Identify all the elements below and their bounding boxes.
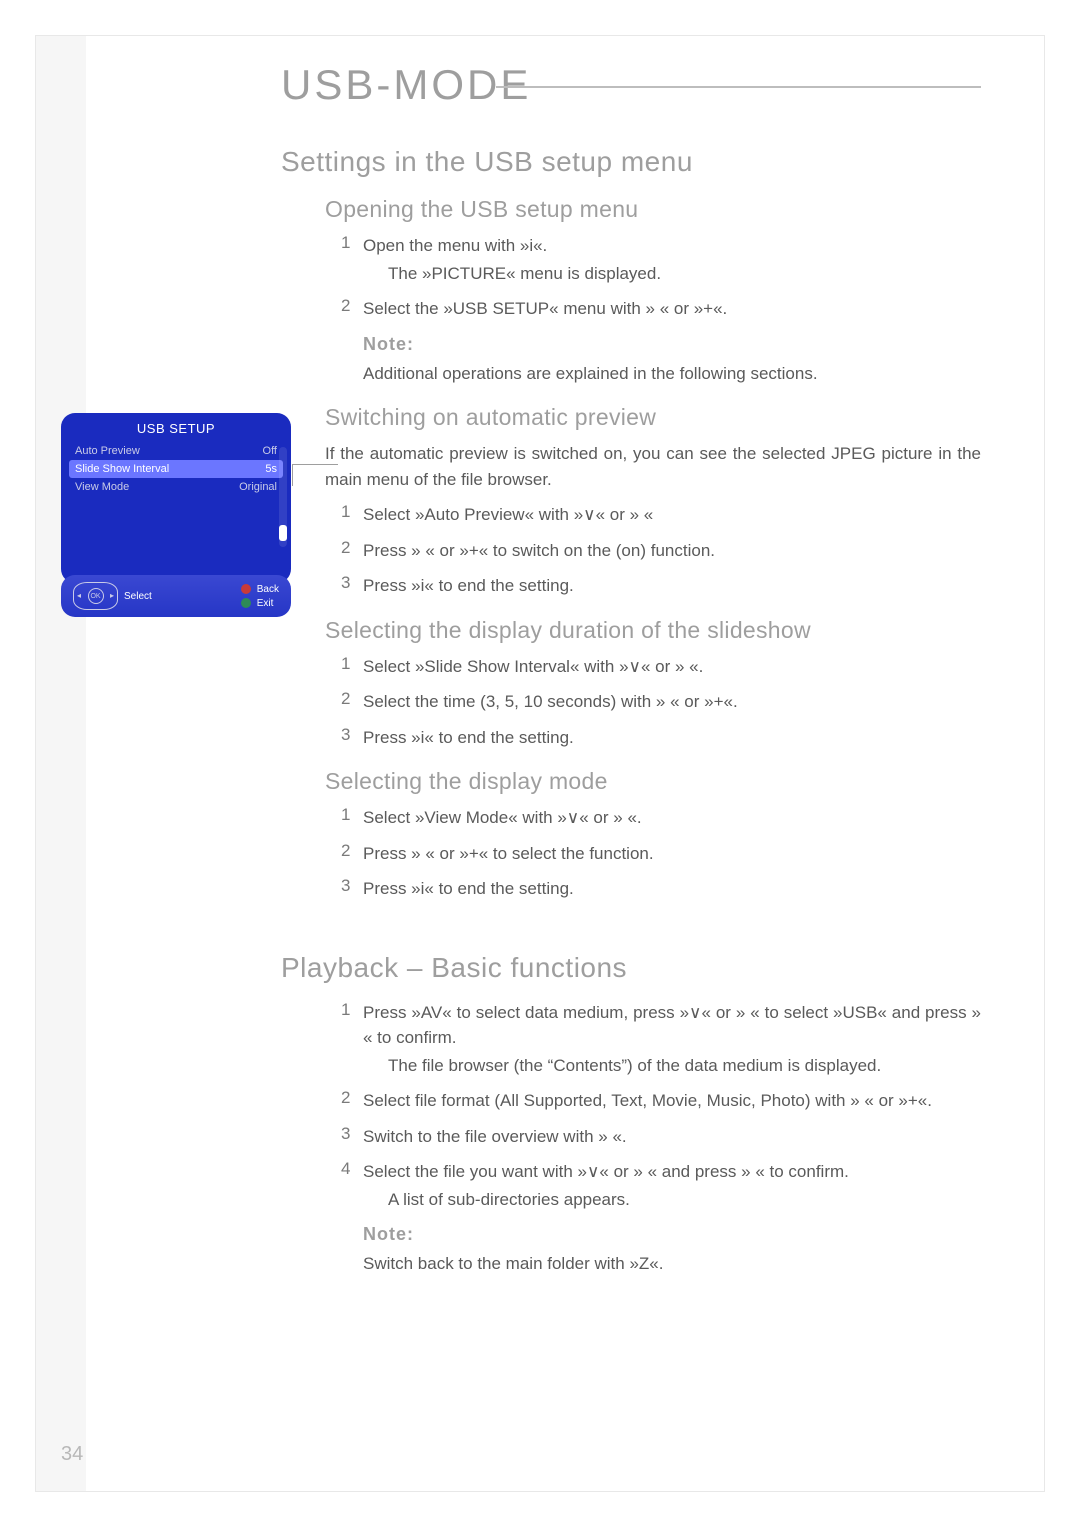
step-number: 1 (341, 502, 363, 528)
step-number: 3 (341, 573, 363, 599)
step: 3 Press »i« to end the setting. (341, 876, 981, 902)
osd-row-label: View Mode (75, 481, 129, 493)
note-label: Note: (363, 334, 981, 355)
step-number: 3 (341, 1124, 363, 1150)
heading-playback: Playback – Basic functions (281, 952, 981, 984)
step-number: 3 (341, 725, 363, 751)
step-text: Select the time (3, 5, 10 seconds) with … (363, 689, 738, 715)
step-text: Press »i« to end the setting. (363, 573, 574, 599)
note-text: Additional operations are explained in t… (363, 361, 981, 387)
step: 3 Switch to the file overview with » «. (341, 1124, 981, 1150)
step-text: Press »i« to end the setting. (363, 876, 574, 902)
nav-pad-icon: ◂ OK ▸ (73, 582, 118, 610)
step-text: Select the »USB SETUP« menu with » « or … (363, 296, 727, 322)
step-text-main: Open the menu with »i«. (363, 236, 547, 255)
page-number: 34 (61, 1443, 83, 1466)
step-number: 2 (341, 296, 363, 322)
step: 1 Select »Auto Preview« with »∨« or » « (341, 502, 981, 528)
step-text: Select »Auto Preview« with »∨« or » « (363, 502, 653, 528)
osd-row-slide-interval: Slide Show Interval 5s (69, 460, 283, 478)
arrow-right-icon: ▸ (110, 592, 114, 600)
step-number: 4 (341, 1159, 363, 1212)
osd-row-value: Original (239, 481, 277, 493)
osd-back-label: Back (257, 584, 279, 595)
osd-back-legend: Back (241, 584, 279, 595)
green-dot-icon (241, 598, 251, 608)
step-number: 2 (341, 1088, 363, 1114)
heading-settings: Settings in the USB setup menu (281, 146, 981, 178)
step-number: 1 (341, 233, 363, 286)
step-number: 1 (341, 1000, 363, 1079)
note-text: Switch back to the main folder with »Z«. (363, 1251, 981, 1277)
step: 2 Select the time (3, 5, 10 seconds) wit… (341, 689, 981, 715)
step-number: 3 (341, 876, 363, 902)
note-label: Note: (363, 1224, 981, 1245)
content-column: Settings in the USB setup menu Opening t… (281, 146, 981, 1277)
step: 2 Press » « or »+« to select the functio… (341, 841, 981, 867)
step-text: Select the file you want with »∨« or » «… (363, 1159, 849, 1212)
step: 1 Press »AV« to select data medium, pres… (341, 1000, 981, 1079)
step-text: Select »View Mode« with »∨« or » «. (363, 805, 642, 831)
heading-opening: Opening the USB setup menu (325, 196, 981, 223)
osd-row-label: Slide Show Interval (75, 463, 169, 475)
heading-duration: Selecting the display duration of the sl… (325, 617, 981, 644)
osd-row-view-mode: View Mode Original (69, 478, 283, 496)
osd-row-value: 5s (265, 463, 277, 475)
osd-select-label: Select (124, 591, 241, 602)
intro-text: If the automatic preview is switched on,… (325, 441, 981, 492)
step-text-indent: The file browser (the “Contents”) of the… (388, 1053, 981, 1079)
step: 1 Select »Slide Show Interval« with »∨« … (341, 654, 981, 680)
step-text-main: Press »AV« to select data medium, press … (363, 1003, 981, 1048)
step-text-indent: A list of sub-directories appears. (388, 1187, 849, 1213)
osd-title: USB SETUP (61, 413, 291, 442)
page-title: USB-MODE (281, 61, 531, 109)
step-number: 1 (341, 654, 363, 680)
left-gutter (36, 36, 86, 1491)
step: 2 Press » « or »+« to switch on the (on)… (341, 538, 981, 564)
title-rule (496, 86, 981, 88)
step: 3 Press »i« to end the setting. (341, 725, 981, 751)
step-text: Press »i« to end the setting. (363, 725, 574, 751)
red-dot-icon (241, 584, 251, 594)
step: 3 Press »i« to end the setting. (341, 573, 981, 599)
osd-row-auto-preview: Auto Preview Off (69, 442, 283, 460)
step: 1 Select »View Mode« with »∨« or » «. (341, 805, 981, 831)
osd-preview: USB SETUP Auto Preview Off Slide Show In… (61, 413, 291, 617)
step-number: 1 (341, 805, 363, 831)
page-frame: USB-MODE USB SETUP Auto Preview Off Slid… (35, 35, 1045, 1492)
osd-exit-legend: Exit (241, 598, 279, 609)
step-text: Switch to the file overview with » «. (363, 1124, 627, 1150)
osd-right-legend: Back Exit (241, 584, 279, 609)
heading-display-mode: Selecting the display mode (325, 768, 981, 795)
step-text: Select file format (All Supported, Text,… (363, 1088, 932, 1114)
osd-control-bar: ◂ OK ▸ Select Back Exit (61, 575, 291, 617)
osd-row-value: Off (263, 445, 277, 457)
ok-button-icon: OK (88, 588, 104, 604)
step-number: 2 (341, 689, 363, 715)
osd-rows: Auto Preview Off Slide Show Interval 5s … (61, 442, 291, 496)
step-text: Press » « or »+« to select the function. (363, 841, 654, 867)
step-text: Select »Slide Show Interval« with »∨« or… (363, 654, 703, 680)
step-text-indent: The »PICTURE« menu is displayed. (388, 261, 661, 287)
step: 2 Select file format (All Supported, Tex… (341, 1088, 981, 1114)
step-text-main: Select the file you want with »∨« or » «… (363, 1162, 849, 1181)
step: 4 Select the file you want with »∨« or »… (341, 1159, 981, 1212)
osd-exit-label: Exit (257, 598, 274, 609)
arrow-left-icon: ◂ (77, 592, 81, 600)
osd-row-label: Auto Preview (75, 445, 140, 457)
osd-panel: USB SETUP Auto Preview Off Slide Show In… (61, 413, 291, 583)
step-text: Open the menu with »i«. The »PICTURE« me… (363, 233, 661, 286)
step-number: 2 (341, 841, 363, 867)
heading-auto-preview: Switching on automatic preview (325, 404, 981, 431)
step-text: Press » « or »+« to switch on the (on) f… (363, 538, 715, 564)
step-text: Press »AV« to select data medium, press … (363, 1000, 981, 1079)
step: 2 Select the »USB SETUP« menu with » « o… (341, 296, 981, 322)
step-number: 2 (341, 538, 363, 564)
step: 1 Open the menu with »i«. The »PICTURE« … (341, 233, 981, 286)
